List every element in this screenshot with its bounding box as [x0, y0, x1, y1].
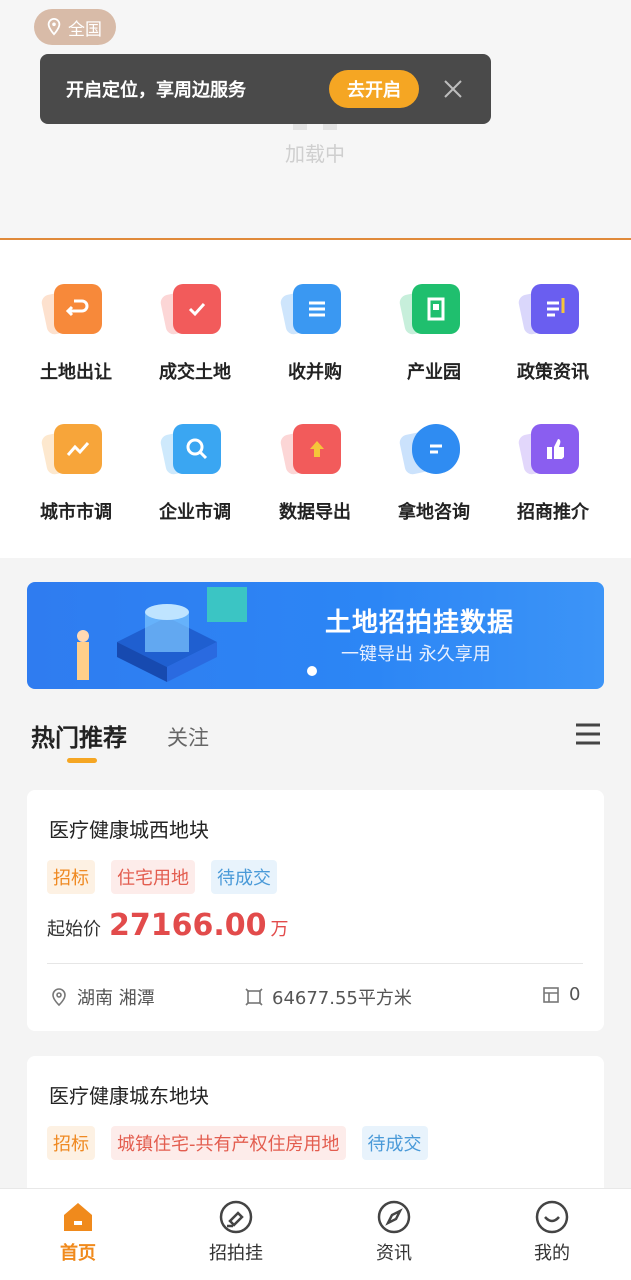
land-transfer-icon [54, 284, 102, 334]
investment-promo-icon [531, 424, 579, 474]
banner-subtitle: 一键导出 永久享用 [341, 644, 491, 665]
card-title: 医疗健康城西地块 [49, 818, 209, 842]
enable-location-button[interactable]: 去开启 [329, 70, 419, 108]
menu-icon[interactable] [574, 722, 602, 746]
feature-grid: 土地出让 成交土地 收并购 产业园 政策资讯 城市市调 企业市调 数据导出 拿地… [0, 240, 631, 558]
grid-item-land-transfer[interactable]: 土地出让 [16, 274, 136, 384]
grid-label: 企业市调 [159, 502, 231, 523]
tab-follow[interactable]: 关注 [167, 722, 209, 752]
grid-label: 成交土地 [159, 362, 231, 383]
grid-item-acquisition[interactable]: 收并购 [255, 274, 375, 384]
location-pin-icon [47, 18, 61, 36]
toast-message: 开启定位，享周边服务 [66, 80, 246, 101]
price-value: 27166.00 [109, 908, 267, 943]
carousel-dot [307, 666, 317, 676]
grid-item-policy-news[interactable]: 政策资讯 [493, 274, 613, 384]
count-text: 0 [569, 984, 581, 1005]
grid-label: 招商推介 [517, 502, 589, 523]
tag-status: 待成交 [361, 1126, 428, 1160]
grid-item-land-consult[interactable]: 拿地咨询 [374, 414, 494, 524]
nav-label: 资讯 [376, 1243, 412, 1264]
company-survey-icon [173, 424, 221, 474]
nav-label: 招拍挂 [209, 1243, 263, 1264]
location-toast: 开启定位，享周边服务 去开启 [40, 54, 491, 124]
area-meta: 64677.55平方米 [244, 984, 412, 1010]
area-icon [245, 988, 263, 1006]
location-label: 全国 [68, 19, 102, 40]
card-title: 医疗健康城东地块 [49, 1084, 209, 1108]
grid-label: 土地出让 [40, 362, 112, 383]
profile-icon [535, 1200, 569, 1234]
tag-bid-type: 招标 [47, 1126, 95, 1160]
tag-land-use: 住宅用地 [111, 860, 195, 894]
grid-item-city-survey[interactable]: 城市市调 [16, 414, 136, 524]
location-meta: 湖南 湘潭 [49, 984, 155, 1010]
bottom-nav: 首页 招拍挂 资讯 我的 [0, 1188, 631, 1280]
auction-icon [219, 1200, 253, 1234]
tag-list: 招标 城镇住宅-共有产权住房用地 待成交 [47, 1126, 428, 1160]
tag-list: 招标 住宅用地 待成交 [47, 860, 277, 894]
tag-land-use: 城镇住宅-共有产权住房用地 [111, 1126, 346, 1160]
policy-news-icon [531, 284, 579, 334]
grid-item-industrial-park[interactable]: 产业园 [374, 274, 494, 384]
promo-banner[interactable]: 土地招拍挂数据 一键导出 永久享用 [27, 582, 604, 689]
loading-text: 加载中 [285, 142, 345, 166]
nav-label: 首页 [60, 1243, 96, 1264]
header-area: 全国 加载中 开启定位，享周边服务 去开启 [0, 0, 631, 240]
building-icon [543, 986, 559, 1003]
grid-label: 拿地咨询 [398, 502, 470, 523]
close-icon[interactable] [441, 77, 465, 101]
home-icon [64, 1203, 92, 1231]
tag-bid-type: 招标 [47, 860, 95, 894]
location-text: 湖南 湘潭 [77, 988, 155, 1009]
price-unit: 万 [270, 919, 289, 940]
acquisition-icon [293, 284, 341, 334]
land-consult-icon [412, 424, 460, 474]
deal-land-icon [173, 284, 221, 334]
city-survey-icon [54, 424, 102, 474]
nav-profile[interactable]: 我的 [497, 1199, 607, 1265]
active-tab-indicator [67, 758, 97, 763]
feed-tabs: 热门推荐 关注 [0, 700, 631, 770]
grid-item-data-export[interactable]: 数据导出 [255, 414, 375, 524]
nav-label: 我的 [534, 1243, 570, 1264]
grid-item-company-survey[interactable]: 企业市调 [135, 414, 255, 524]
tab-hot-recommend[interactable]: 热门推荐 [31, 718, 127, 753]
view-count-meta: 0 [541, 984, 580, 1005]
grid-item-deal-land[interactable]: 成交土地 [135, 274, 255, 384]
nav-auction[interactable]: 招拍挂 [181, 1199, 291, 1265]
grid-label: 收并购 [288, 362, 342, 383]
data-export-icon [293, 424, 341, 474]
data-server-illustration [77, 587, 247, 682]
nav-home[interactable]: 首页 [23, 1199, 133, 1265]
price-row: 起始价 27166.00 万 [47, 908, 289, 943]
land-card[interactable]: 医疗健康城西地块 招标 住宅用地 待成交 起始价 27166.00 万 湖南 湘… [27, 790, 604, 1031]
compass-icon [377, 1200, 411, 1234]
grid-item-investment-promo[interactable]: 招商推介 [493, 414, 613, 524]
tag-status: 待成交 [211, 860, 277, 894]
grid-label: 产业园 [407, 362, 461, 383]
area-text: 64677.55平方米 [272, 988, 412, 1009]
location-selector[interactable]: 全国 [34, 9, 116, 45]
location-pin-icon [52, 988, 66, 1007]
price-label: 起始价 [47, 919, 101, 940]
industrial-park-icon [412, 284, 460, 334]
grid-label: 政策资讯 [517, 362, 589, 383]
banner-title: 土地招拍挂数据 [325, 608, 515, 638]
grid-label: 城市市调 [40, 502, 112, 523]
grid-label: 数据导出 [279, 502, 351, 523]
nav-news[interactable]: 资讯 [339, 1199, 449, 1265]
divider [47, 963, 583, 964]
